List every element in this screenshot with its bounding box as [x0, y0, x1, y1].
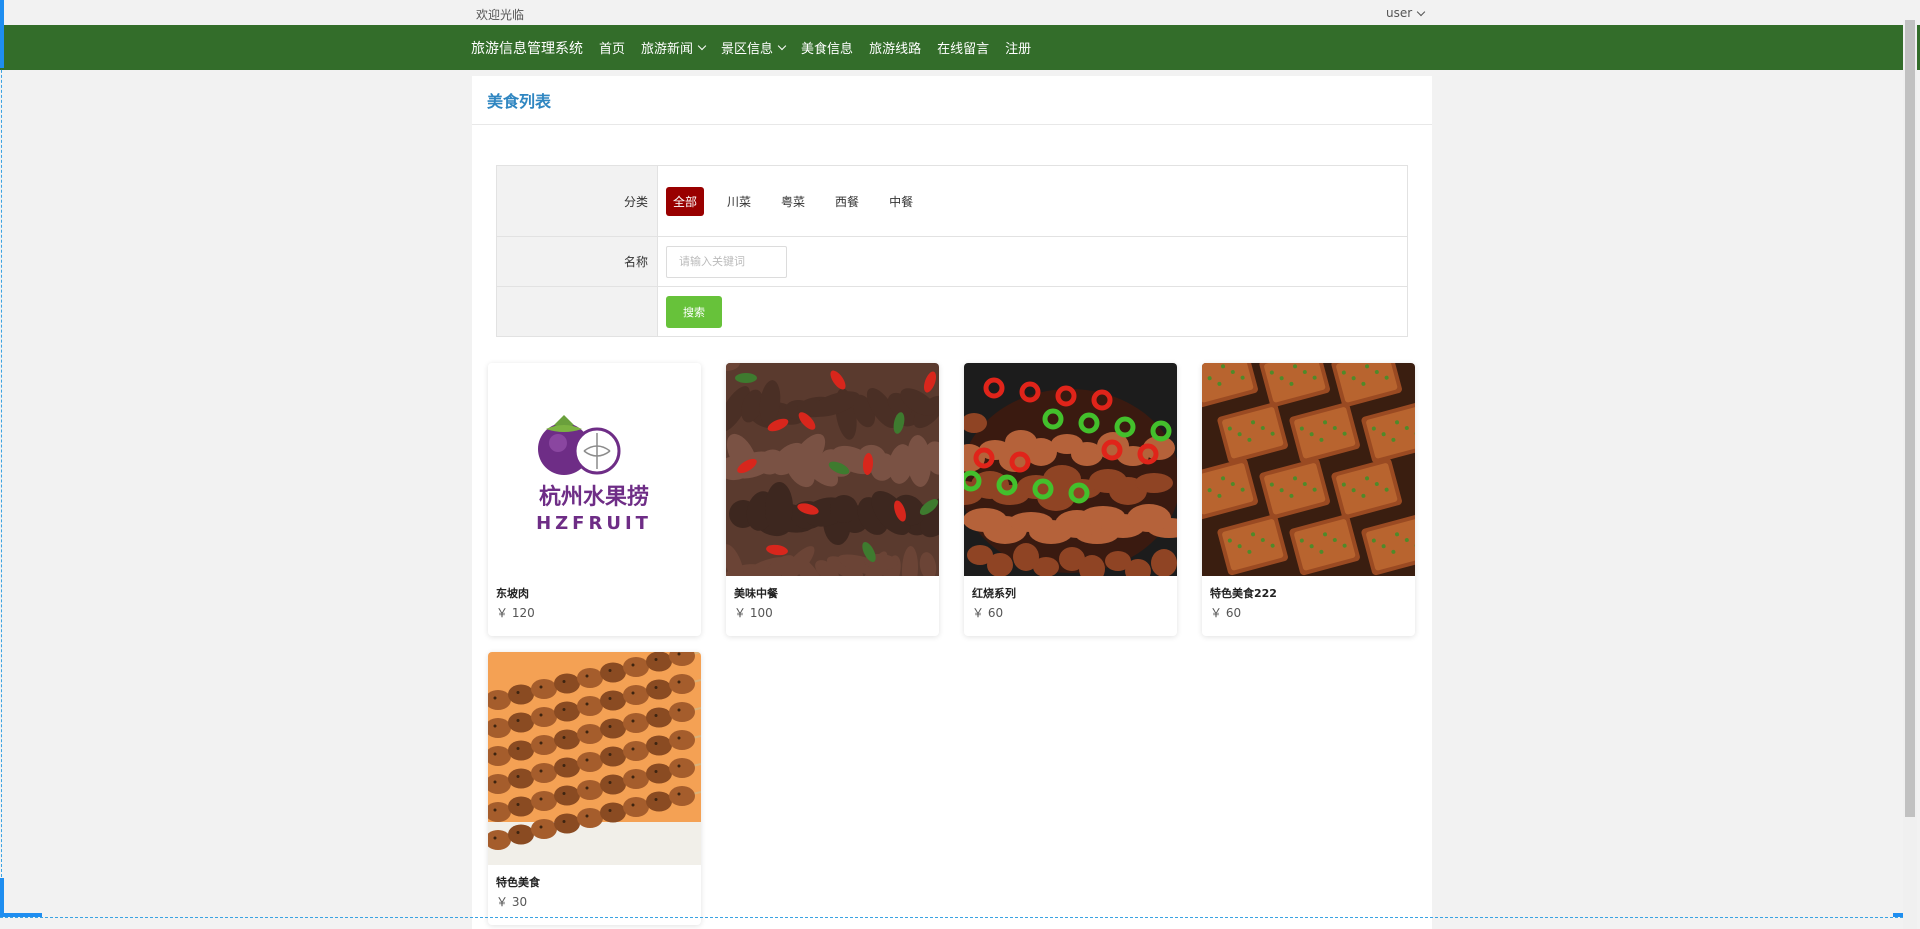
food-card[interactable]: 特色美食222 ￥ 60	[1202, 363, 1415, 636]
selection-corner-bl-h	[0, 913, 42, 917]
food-name: 特色美食222	[1210, 587, 1277, 600]
filter-table: 分类 全部川菜粤菜西餐中餐 名称 搜索	[496, 165, 1408, 337]
food-price: ￥ 60	[972, 606, 1004, 620]
food-price: ￥ 60	[1210, 606, 1242, 620]
selection-corner-br	[1893, 913, 1903, 917]
food-name: 红烧系列	[972, 587, 1016, 600]
nav-item-3[interactable]: 美食信息	[801, 38, 853, 57]
nav-item-2[interactable]: 景区信息	[721, 38, 787, 57]
food-card[interactable]: 特色美食 ￥ 30	[488, 652, 701, 925]
empty-label	[497, 287, 658, 336]
top-bar: 欢迎光临 user	[0, 0, 1920, 25]
nav-item-label: 美食信息	[801, 42, 854, 57]
welcome-text: 欢迎光临	[476, 8, 525, 22]
food-card[interactable]: 美味中餐 ￥ 100	[726, 363, 939, 636]
nav-item-6[interactable]: 注册	[1005, 38, 1031, 57]
skewers-dish-image	[488, 652, 701, 865]
food-name: 特色美食	[496, 876, 540, 889]
svg-text:HZFRUIT: HZFRUIT	[536, 513, 652, 534]
chevron-down-icon	[777, 41, 787, 51]
food-card[interactable]: 杭州水果捞 HZFRUIT 东坡肉 ￥ 120	[488, 363, 701, 636]
selection-border-bottom	[0, 917, 1903, 918]
chevron-down-icon	[697, 41, 707, 51]
food-name: 东坡肉	[496, 587, 529, 600]
nav-item-label: 旅游线路	[869, 42, 922, 57]
svg-text:杭州水果捞: 杭州水果捞	[539, 484, 649, 510]
category-option-2[interactable]: 粤菜	[774, 187, 812, 216]
nav-item-0[interactable]: 首页	[599, 38, 625, 57]
selection-corner-tl	[0, 0, 4, 68]
beef-pepper-dish-image	[726, 363, 939, 576]
selection-border-left	[1, 0, 2, 917]
nav-item-label: 首页	[599, 42, 626, 57]
nav-item-label: 在线留言	[937, 42, 990, 57]
chevron-down-icon	[1416, 7, 1426, 16]
tofu-dish-image	[1202, 363, 1415, 576]
food-price: ￥ 120	[496, 606, 535, 620]
page-scrollbar[interactable]	[1903, 20, 1917, 929]
food-name: 美味中餐	[734, 587, 778, 600]
category-option-1[interactable]: 川菜	[720, 187, 758, 216]
nav-item-5[interactable]: 在线留言	[937, 38, 989, 57]
food-list-panel: 美食列表 分类 全部川菜粤菜西餐中餐 名称 搜索 杭州水果捞	[472, 76, 1432, 929]
main-nav: 旅游信息管理系统 首页 旅游新闻 景区信息 美食信息 旅游线路 在线留言 注册	[0, 25, 1920, 70]
food-price: ￥ 100	[734, 606, 773, 620]
search-button[interactable]: 搜索	[666, 295, 722, 328]
nav-item-label: 景区信息	[721, 42, 774, 57]
mangosteen-logo-image: 杭州水果捞 HZFRUIT	[488, 363, 701, 576]
category-option-3[interactable]: 西餐	[828, 187, 866, 216]
category-option-0[interactable]: 全部	[666, 186, 705, 216]
nav-item-4[interactable]: 旅游线路	[869, 38, 921, 57]
name-label: 名称	[497, 237, 658, 286]
user-menu[interactable]: user	[1386, 6, 1426, 20]
food-card[interactable]: 红烧系列 ￥ 60	[964, 363, 1177, 636]
keyword-input[interactable]	[666, 245, 787, 278]
user-name: user	[1386, 6, 1413, 20]
nav-item-label: 注册	[1005, 42, 1032, 57]
selection-corner-bl-v	[0, 878, 4, 917]
page-title: 美食列表	[472, 76, 1432, 125]
nav-item-1[interactable]: 旅游新闻	[641, 38, 707, 57]
category-option-4[interactable]: 中餐	[882, 187, 920, 216]
braised-dish-image	[964, 363, 1177, 576]
food-price: ￥ 30	[496, 895, 528, 909]
scrollbar-thumb[interactable]	[1905, 20, 1915, 817]
nav-item-label: 旅游新闻	[641, 42, 694, 57]
category-list: 全部 川菜 粤菜 西餐 中餐	[658, 166, 1407, 236]
category-label: 分类	[497, 166, 658, 236]
site-brand[interactable]: 旅游信息管理系统	[471, 38, 583, 58]
